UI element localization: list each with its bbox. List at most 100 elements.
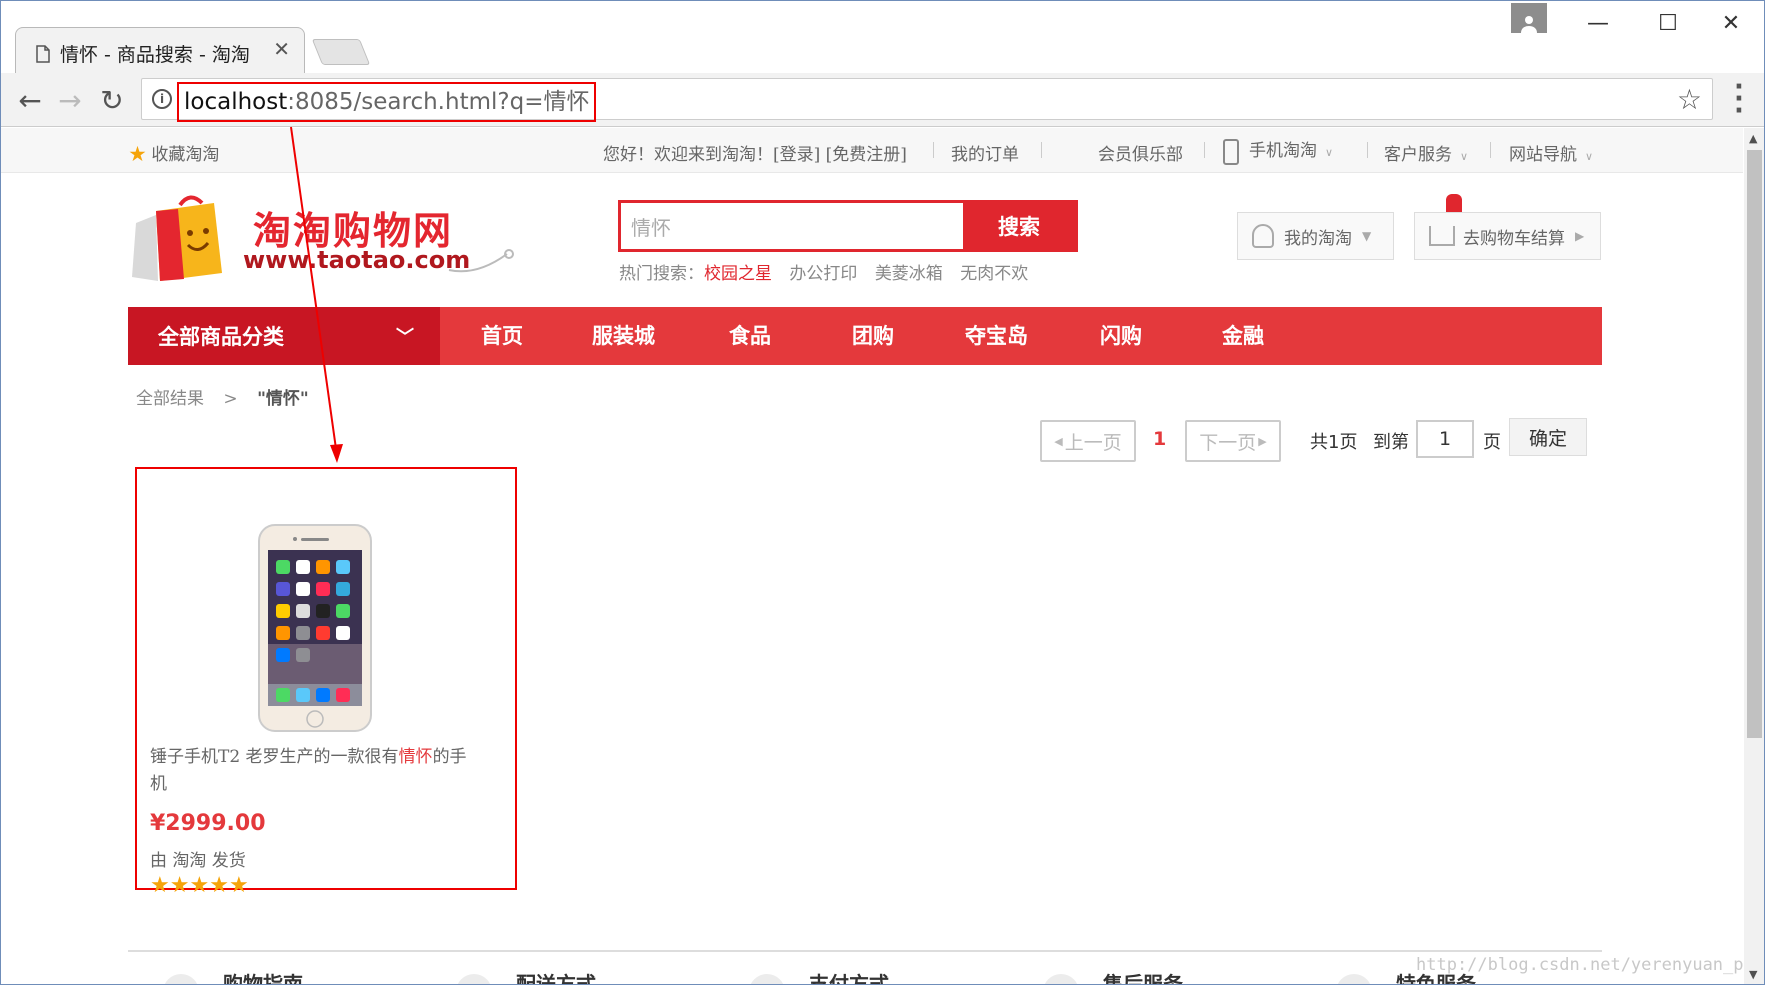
product-image[interactable]	[258, 524, 372, 732]
prev-page-button[interactable]: ◀ 上一页	[1040, 420, 1136, 462]
footer-divider	[128, 950, 1602, 952]
footer-icon	[163, 974, 199, 984]
url-path: :8085/search.html?q=情怀	[287, 89, 590, 115]
info-icon[interactable]: i	[152, 89, 172, 109]
breadcrumb-current: "情怀"	[257, 389, 309, 409]
search-input[interactable]	[621, 203, 963, 249]
logo-url[interactable]: www.taotao.com	[243, 246, 470, 274]
welcome-text[interactable]: 您好！欢迎来到淘淘！[登录] [免费注册]	[603, 140, 907, 165]
hot-item[interactable]: 美菱冰箱	[875, 264, 943, 284]
star-icon: ★	[189, 873, 210, 898]
cart-label: 去购物车结算	[1463, 228, 1565, 249]
site-nav-label: 网站导航	[1509, 145, 1577, 165]
page-input[interactable]: 1	[1416, 420, 1474, 458]
bookmark-star-icon[interactable]: ☆	[1677, 83, 1702, 116]
new-tab-button[interactable]	[311, 39, 371, 65]
nav-link-clothing[interactable]: 服装城	[592, 307, 655, 365]
product-shipper: 由 淘淘 发货	[150, 851, 246, 871]
url-text[interactable]: localhost:8085/search.html?q=情怀	[177, 82, 597, 122]
scroll-down-icon[interactable]: ▼	[1749, 968, 1757, 981]
site-nav-link[interactable]: 网站导航 ∨	[1509, 140, 1593, 165]
footer-item[interactable]: 售后服务	[1103, 968, 1183, 984]
star-icon: ★	[150, 873, 170, 898]
search-button[interactable]: 搜索	[963, 203, 1075, 249]
chevron-down-icon: ﹀	[396, 327, 414, 348]
close-icon[interactable]: ✕	[273, 37, 290, 61]
footer-icon	[1336, 974, 1372, 984]
breadcrumb-root[interactable]: 全部结果	[136, 389, 204, 409]
confirm-page-button[interactable]: 确定	[1509, 418, 1587, 456]
chevron-down-icon: ∨	[1585, 150, 1594, 163]
browser-toolbar: ← → ↻ i localhost:8085/search.html?q=情怀 …	[1, 73, 1764, 127]
footer-item[interactable]: 配送方式	[516, 968, 596, 984]
profile-icon[interactable]	[1511, 3, 1547, 33]
back-icon[interactable]: ←	[13, 83, 47, 117]
breadcrumb: 全部结果 > "情怀"	[136, 384, 309, 409]
footer-item[interactable]: 支付方式	[809, 968, 889, 984]
current-page[interactable]: 1	[1153, 428, 1166, 450]
service-link[interactable]: 客户服务 ∨	[1384, 140, 1468, 165]
mobile-phone-icon	[1223, 138, 1239, 165]
search-box: 搜索	[618, 200, 1078, 252]
browser-tab[interactable]: 情怀 - 商品搜索 - 淘淘 ✕	[15, 27, 305, 73]
scroll-thumb[interactable]	[1747, 150, 1762, 738]
member-club-link[interactable]: 会员俱乐部	[1098, 140, 1183, 165]
footer-icon	[749, 974, 785, 984]
url-host: localhost	[184, 89, 288, 115]
close-window-button[interactable]: ✕	[1701, 1, 1761, 45]
menu-icon[interactable]: · · ·	[1734, 74, 1744, 124]
next-page-label: 下一页	[1199, 431, 1257, 454]
nav-link-finance[interactable]: 金融	[1222, 307, 1264, 365]
nav-link-food[interactable]: 食品	[729, 307, 771, 365]
my-orders-link[interactable]: 我的订单	[951, 140, 1019, 165]
watermark: http://blog.csdn.net/yerenyuan_pku	[1416, 955, 1743, 975]
maximize-button[interactable]: ☐	[1638, 1, 1698, 45]
star-icon: ★	[228, 873, 249, 898]
title-highlight: 情怀	[398, 747, 433, 767]
prev-page-label: 上一页	[1064, 431, 1122, 454]
my-taotao-button[interactable]: 我的淘淘 ▼	[1237, 212, 1394, 260]
star-icon: ★	[209, 873, 229, 898]
all-categories-button[interactable]: 全部商品分类 ﹀	[128, 307, 440, 365]
minimize-button[interactable]: —	[1568, 1, 1628, 45]
nav-link-flashsale[interactable]: 闪购	[1100, 307, 1142, 365]
goto-label: 到第	[1373, 432, 1409, 453]
nav-link-groupbuy[interactable]: 团购	[852, 307, 894, 365]
caret-down-icon: ▼	[1362, 229, 1372, 243]
total-pages: 共1页	[1310, 432, 1358, 453]
vertical-scrollbar[interactable]: ▲ ▼	[1744, 128, 1764, 984]
nav-link-treasure[interactable]: 夺宝岛	[965, 307, 1028, 365]
mobile-link[interactable]: 手机淘淘 ∨	[1223, 136, 1333, 165]
page-unit: 页	[1483, 432, 1501, 453]
footer-item[interactable]: 购物指南	[223, 968, 303, 984]
breadcrumb-separator: >	[223, 389, 238, 409]
reload-icon[interactable]: ↻	[95, 83, 129, 117]
logo-bag-icon[interactable]	[128, 193, 226, 283]
cart-icon	[1429, 226, 1455, 246]
mobile-label: 手机淘淘	[1249, 141, 1317, 161]
star-icon: ★	[169, 873, 190, 898]
scroll-up-icon[interactable]: ▲	[1749, 132, 1757, 145]
product-card[interactable]: 锤子手机T2 老罗生产的一款很有情怀的手机 ¥2999.00 由 淘淘 发货 ★…	[135, 467, 517, 897]
next-page-button[interactable]: 下一页 ▶	[1185, 420, 1281, 462]
logo-swoosh-icon	[448, 249, 514, 273]
tab-strip: 情怀 - 商品搜索 - 淘淘 ✕ — ☐ ✕	[1, 1, 1764, 73]
tab-title: 情怀 - 商品搜索 - 淘淘	[60, 44, 250, 66]
product-title[interactable]: 锤子手机T2 老罗生产的一款很有情怀的手机	[150, 744, 480, 798]
address-bar[interactable]: i localhost:8085/search.html?q=情怀 ☆	[141, 78, 1713, 122]
forward-icon[interactable]: →	[53, 83, 87, 117]
product-price: ¥2999.00	[150, 811, 266, 836]
caret-right-icon: ▶	[1258, 434, 1267, 448]
hot-item[interactable]: 办公打印	[789, 264, 857, 284]
favorite-label: 收藏淘淘	[151, 145, 220, 165]
service-label: 客户服务	[1384, 145, 1452, 165]
user-icon	[1252, 224, 1274, 248]
browser-window: 情怀 - 商品搜索 - 淘淘 ✕ — ☐ ✕ ← → ↻ i localhost…	[0, 0, 1765, 985]
nav-link-home[interactable]: 首页	[481, 307, 523, 365]
page-viewport: ★ 收藏淘淘 您好！欢迎来到淘淘！[登录] [免费注册] 我的订单 会员俱乐部 …	[1, 128, 1743, 984]
hot-item[interactable]: 校园之星	[704, 264, 772, 284]
cart-button[interactable]: 去购物车结算 ▶	[1414, 212, 1601, 260]
hot-item[interactable]: 无肉不欢	[960, 264, 1028, 284]
favorite-link[interactable]: ★ 收藏淘淘	[129, 140, 219, 165]
footer-icon	[1043, 974, 1079, 984]
